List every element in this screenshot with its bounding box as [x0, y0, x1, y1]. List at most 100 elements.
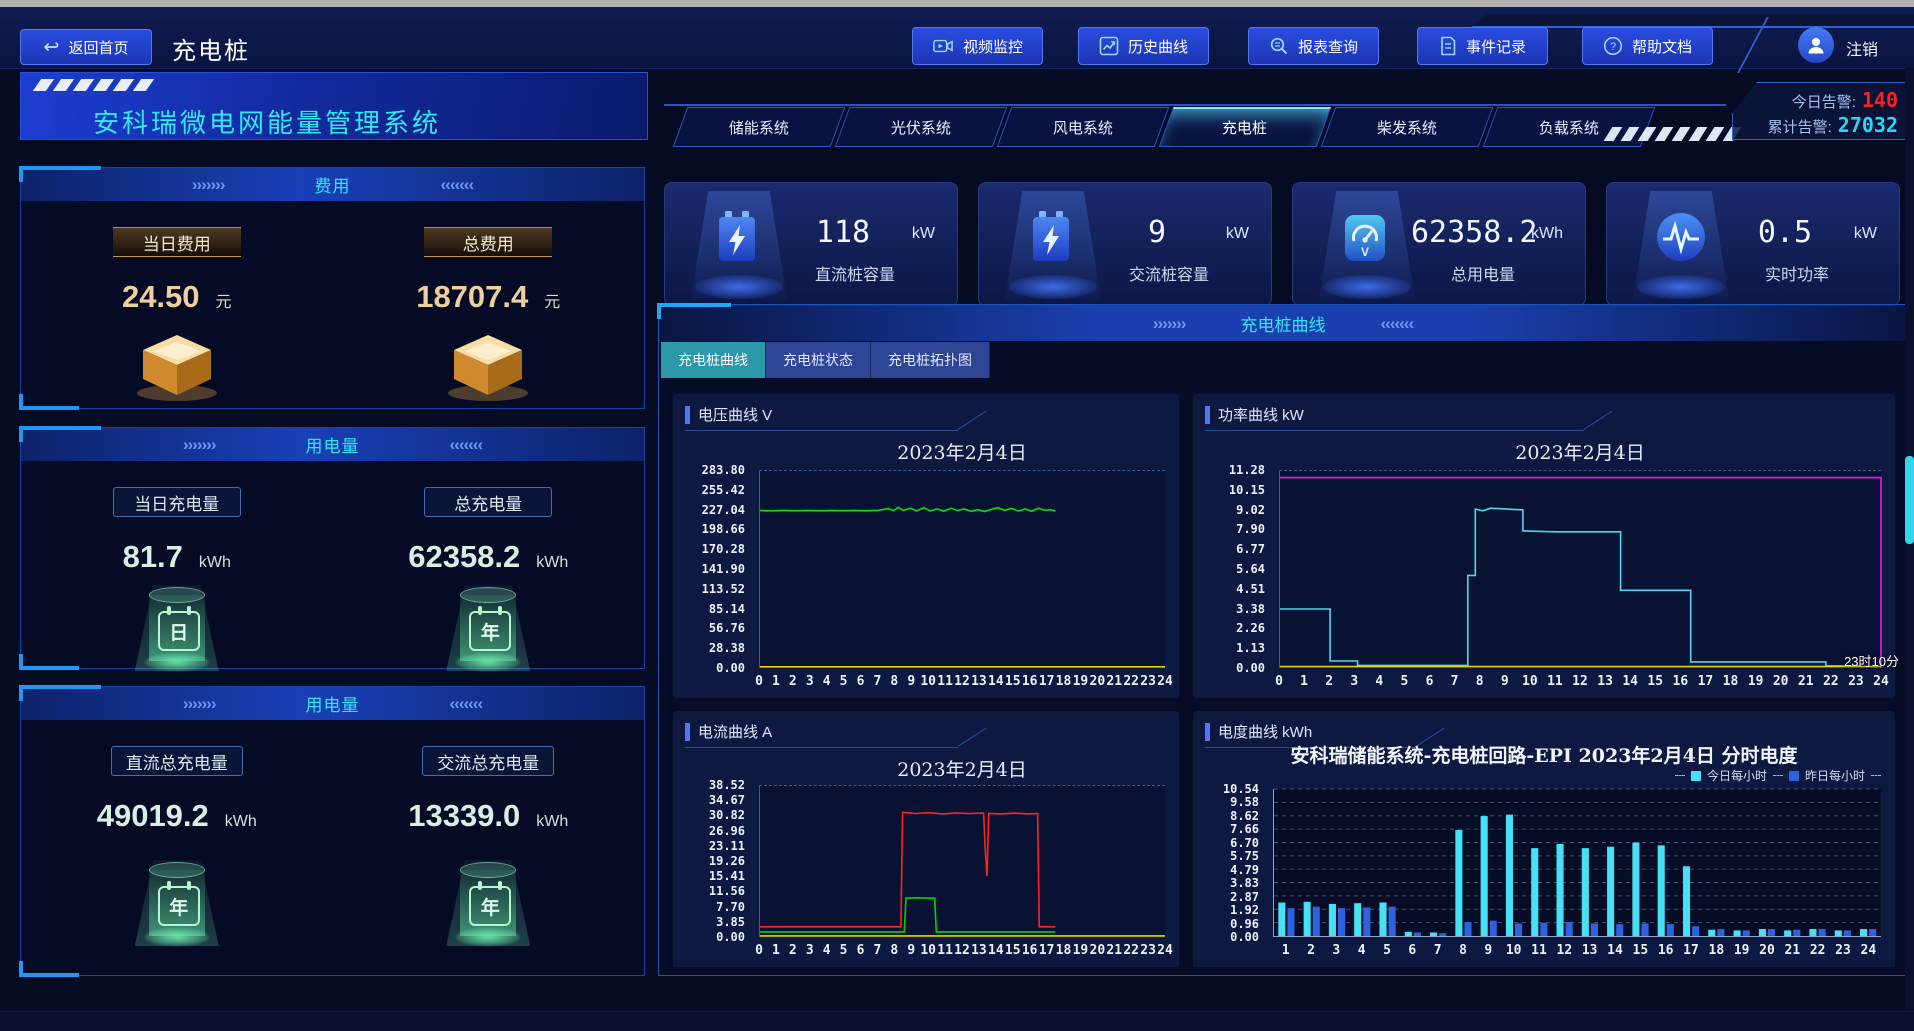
daily-charge-value: 81.7 — [123, 539, 183, 575]
voltage-plot-area — [759, 470, 1165, 668]
total-charge-label: 总充电量 — [424, 487, 552, 517]
realtime-power-icon — [1655, 209, 1707, 265]
tab-charging-pile[interactable]: 充电桩 — [1159, 107, 1332, 147]
dc-total-unit: kWh — [225, 813, 257, 831]
power-x-axis: 0123456789101112131415161718192021222324 — [1279, 674, 1881, 692]
horizontal-scrollbar-track[interactable] — [0, 1011, 1914, 1031]
dc-total-block: 直流总充电量 49019.2 kWh 年 — [21, 720, 333, 952]
user-avatar[interactable] — [1798, 27, 1834, 63]
nav-decoration — [1470, 14, 1914, 28]
help-doc-button[interactable]: ? 帮助文档 — [1582, 27, 1713, 65]
current-chart: 电流曲线 A 2023年2月4日 38.5234.6730.8226.9623.… — [673, 711, 1179, 967]
chevrons-left-icon — [450, 436, 483, 453]
voltage-x-axis: 0123456789101112131415161718192021222324 — [759, 674, 1165, 692]
gold-box-icon — [440, 329, 536, 403]
stat-card-total-energy: V 62358.2 kWh 总用电量 — [1292, 182, 1586, 306]
daily-cost-value: 24.50 — [122, 279, 200, 315]
current-y-axis: 38.5234.6730.8226.9623.1119.2615.4111.56… — [673, 785, 753, 937]
total-charge-value: 62358.2 — [408, 539, 520, 575]
daily-charge-block: 当日充电量 81.7 kWh 日 — [21, 461, 333, 677]
title-underline — [685, 747, 958, 748]
current-chart-date: 2023年2月4日 — [759, 755, 1165, 782]
charging-curves-title: 充电桩曲线 — [1241, 311, 1326, 336]
power-plot-area — [1279, 470, 1881, 668]
dc-charger-icon — [713, 209, 761, 267]
title-underline — [685, 430, 958, 431]
dc-total-value: 49019.2 — [97, 798, 209, 834]
energy-legend: 今日每小时 昨日每小时 — [1675, 767, 1881, 784]
event-log-label: 事件记录 — [1466, 36, 1526, 57]
user-icon — [1805, 34, 1827, 56]
video-monitor-button[interactable]: 视频监控 — [912, 27, 1043, 65]
title-bar-icon — [685, 406, 690, 424]
power-chart-title: 功率曲线 kW — [1218, 404, 1304, 425]
history-curve-button[interactable]: 历史曲线 — [1078, 27, 1209, 65]
charge-energy-title: 用电量 — [306, 432, 360, 457]
ac-capacity-unit: kW — [1226, 225, 1249, 243]
power-time-annotation: 23时10分 — [1844, 651, 1899, 670]
report-query-button[interactable]: 报表查询 — [1248, 27, 1379, 65]
gold-box-icon — [129, 329, 225, 403]
charging-curves-header: 充电桩曲线 — [659, 305, 1907, 341]
brand-panel: 安科瑞微电网能量管理系统 — [20, 72, 648, 140]
today-legend-label[interactable]: 今日每小时 — [1707, 767, 1767, 784]
event-log-button[interactable]: 事件记录 — [1417, 27, 1548, 65]
calendar-year-cylinder-icon: 年 — [428, 585, 548, 677]
report-search-icon — [1269, 36, 1289, 56]
power-chart-date: 2023年2月4日 — [1279, 438, 1881, 465]
title-bar-icon — [1205, 406, 1210, 424]
chevrons-left-icon — [450, 695, 483, 712]
brand-slashes-icon — [37, 79, 150, 91]
page-title: 充电桩 — [172, 31, 250, 66]
tab-pv-system[interactable]: 光伏系统 — [835, 107, 1008, 147]
vertical-scrollbar-thumb[interactable] — [1905, 456, 1914, 544]
subtab-pile-curves[interactable]: 充电桩曲线 — [661, 342, 766, 378]
hazard-stripes-icon — [1608, 127, 1737, 141]
daily-cost-label: 当日费用 — [113, 227, 241, 257]
ac-capacity-value: 9 — [1097, 215, 1217, 250]
ac-charger-icon — [1027, 209, 1075, 267]
daily-cost-unit: 元 — [216, 288, 232, 312]
back-home-button[interactable]: 返回首页 — [20, 29, 152, 65]
dc-capacity-unit: kW — [912, 225, 935, 243]
current-chart-title: 电流曲线 A — [698, 721, 772, 742]
energy-chart-heading: 安科瑞储能系统-充电桩回路-EPI 2023年2月4日 分时电度 — [1193, 741, 1895, 768]
power-y-axis: 11.2810.159.027.906.775.644.513.382.261.… — [1193, 470, 1273, 668]
total-charge-unit: kWh — [536, 554, 568, 572]
realtime-power-unit: kW — [1854, 225, 1877, 243]
subtab-pile-topology[interactable]: 充电桩拓扑图 — [871, 342, 990, 378]
power-chart: 功率曲线 kW 2023年2月4日 11.2810.159.027.906.77… — [1193, 394, 1895, 698]
calendar-day-cylinder-icon: 日 — [117, 585, 237, 677]
realtime-power-value: 0.5 — [1725, 215, 1845, 250]
energy-bar-chart: 电度曲线 kWh 安科瑞储能系统-充电桩回路-EPI 2023年2月4日 分时电… — [1193, 711, 1895, 967]
tab-storage-system[interactable]: 储能系统 — [673, 107, 846, 147]
daily-cost-block: 当日费用 24.50 元 — [21, 201, 333, 403]
logout-button[interactable]: 注销 — [1846, 36, 1878, 60]
total-alarm-label: 累计告警: — [1768, 116, 1832, 137]
subtab-pile-status[interactable]: 充电桩状态 — [766, 342, 871, 378]
energy-x-axis: 123456789101112131415161718192021222324 — [1273, 943, 1881, 961]
tab-wind-system[interactable]: 风电系统 — [997, 107, 1170, 147]
alarm-summary-panel: 今日告警: 140 累计告警: 27032 — [1732, 82, 1908, 140]
help-doc-label: 帮助文档 — [1632, 36, 1692, 57]
yesterday-legend-label[interactable]: 昨日每小时 — [1805, 767, 1865, 784]
total-energy-unit: kWh — [1531, 225, 1563, 243]
tab-diesel-system[interactable]: 柴发系统 — [1321, 107, 1494, 147]
charging-curves-panel: 充电桩曲线 充电桩曲线 充电桩状态 充电桩拓扑图 电压曲线 V 2023年2月4… — [658, 304, 1908, 976]
dc-capacity-value: 118 — [783, 215, 903, 250]
ac-total-unit: kWh — [536, 813, 568, 831]
total-charge-block: 总充电量 62358.2 kWh 年 — [333, 461, 645, 677]
video-monitor-icon — [932, 36, 954, 56]
ac-capacity-label: 交流桩容量 — [1089, 261, 1249, 285]
stat-card-realtime-power: 0.5 kW 实时功率 — [1606, 182, 1900, 306]
chevrons-left-icon — [441, 176, 474, 193]
brand-title: 安科瑞微电网能量管理系统 — [93, 103, 441, 140]
svg-text:?: ? — [1610, 41, 1616, 53]
current-plot-area — [759, 785, 1165, 937]
total-energy-value: 62358.2 — [1411, 215, 1531, 250]
chevrons-right-icon — [1153, 315, 1186, 332]
yesterday-legend-swatch-icon — [1789, 771, 1799, 781]
current-x-axis: 0123456789101112131415161718192021222324 — [759, 943, 1165, 961]
voltage-chart-date: 2023年2月4日 — [759, 438, 1165, 465]
calendar-year-cylinder-icon: 年 — [428, 860, 548, 952]
